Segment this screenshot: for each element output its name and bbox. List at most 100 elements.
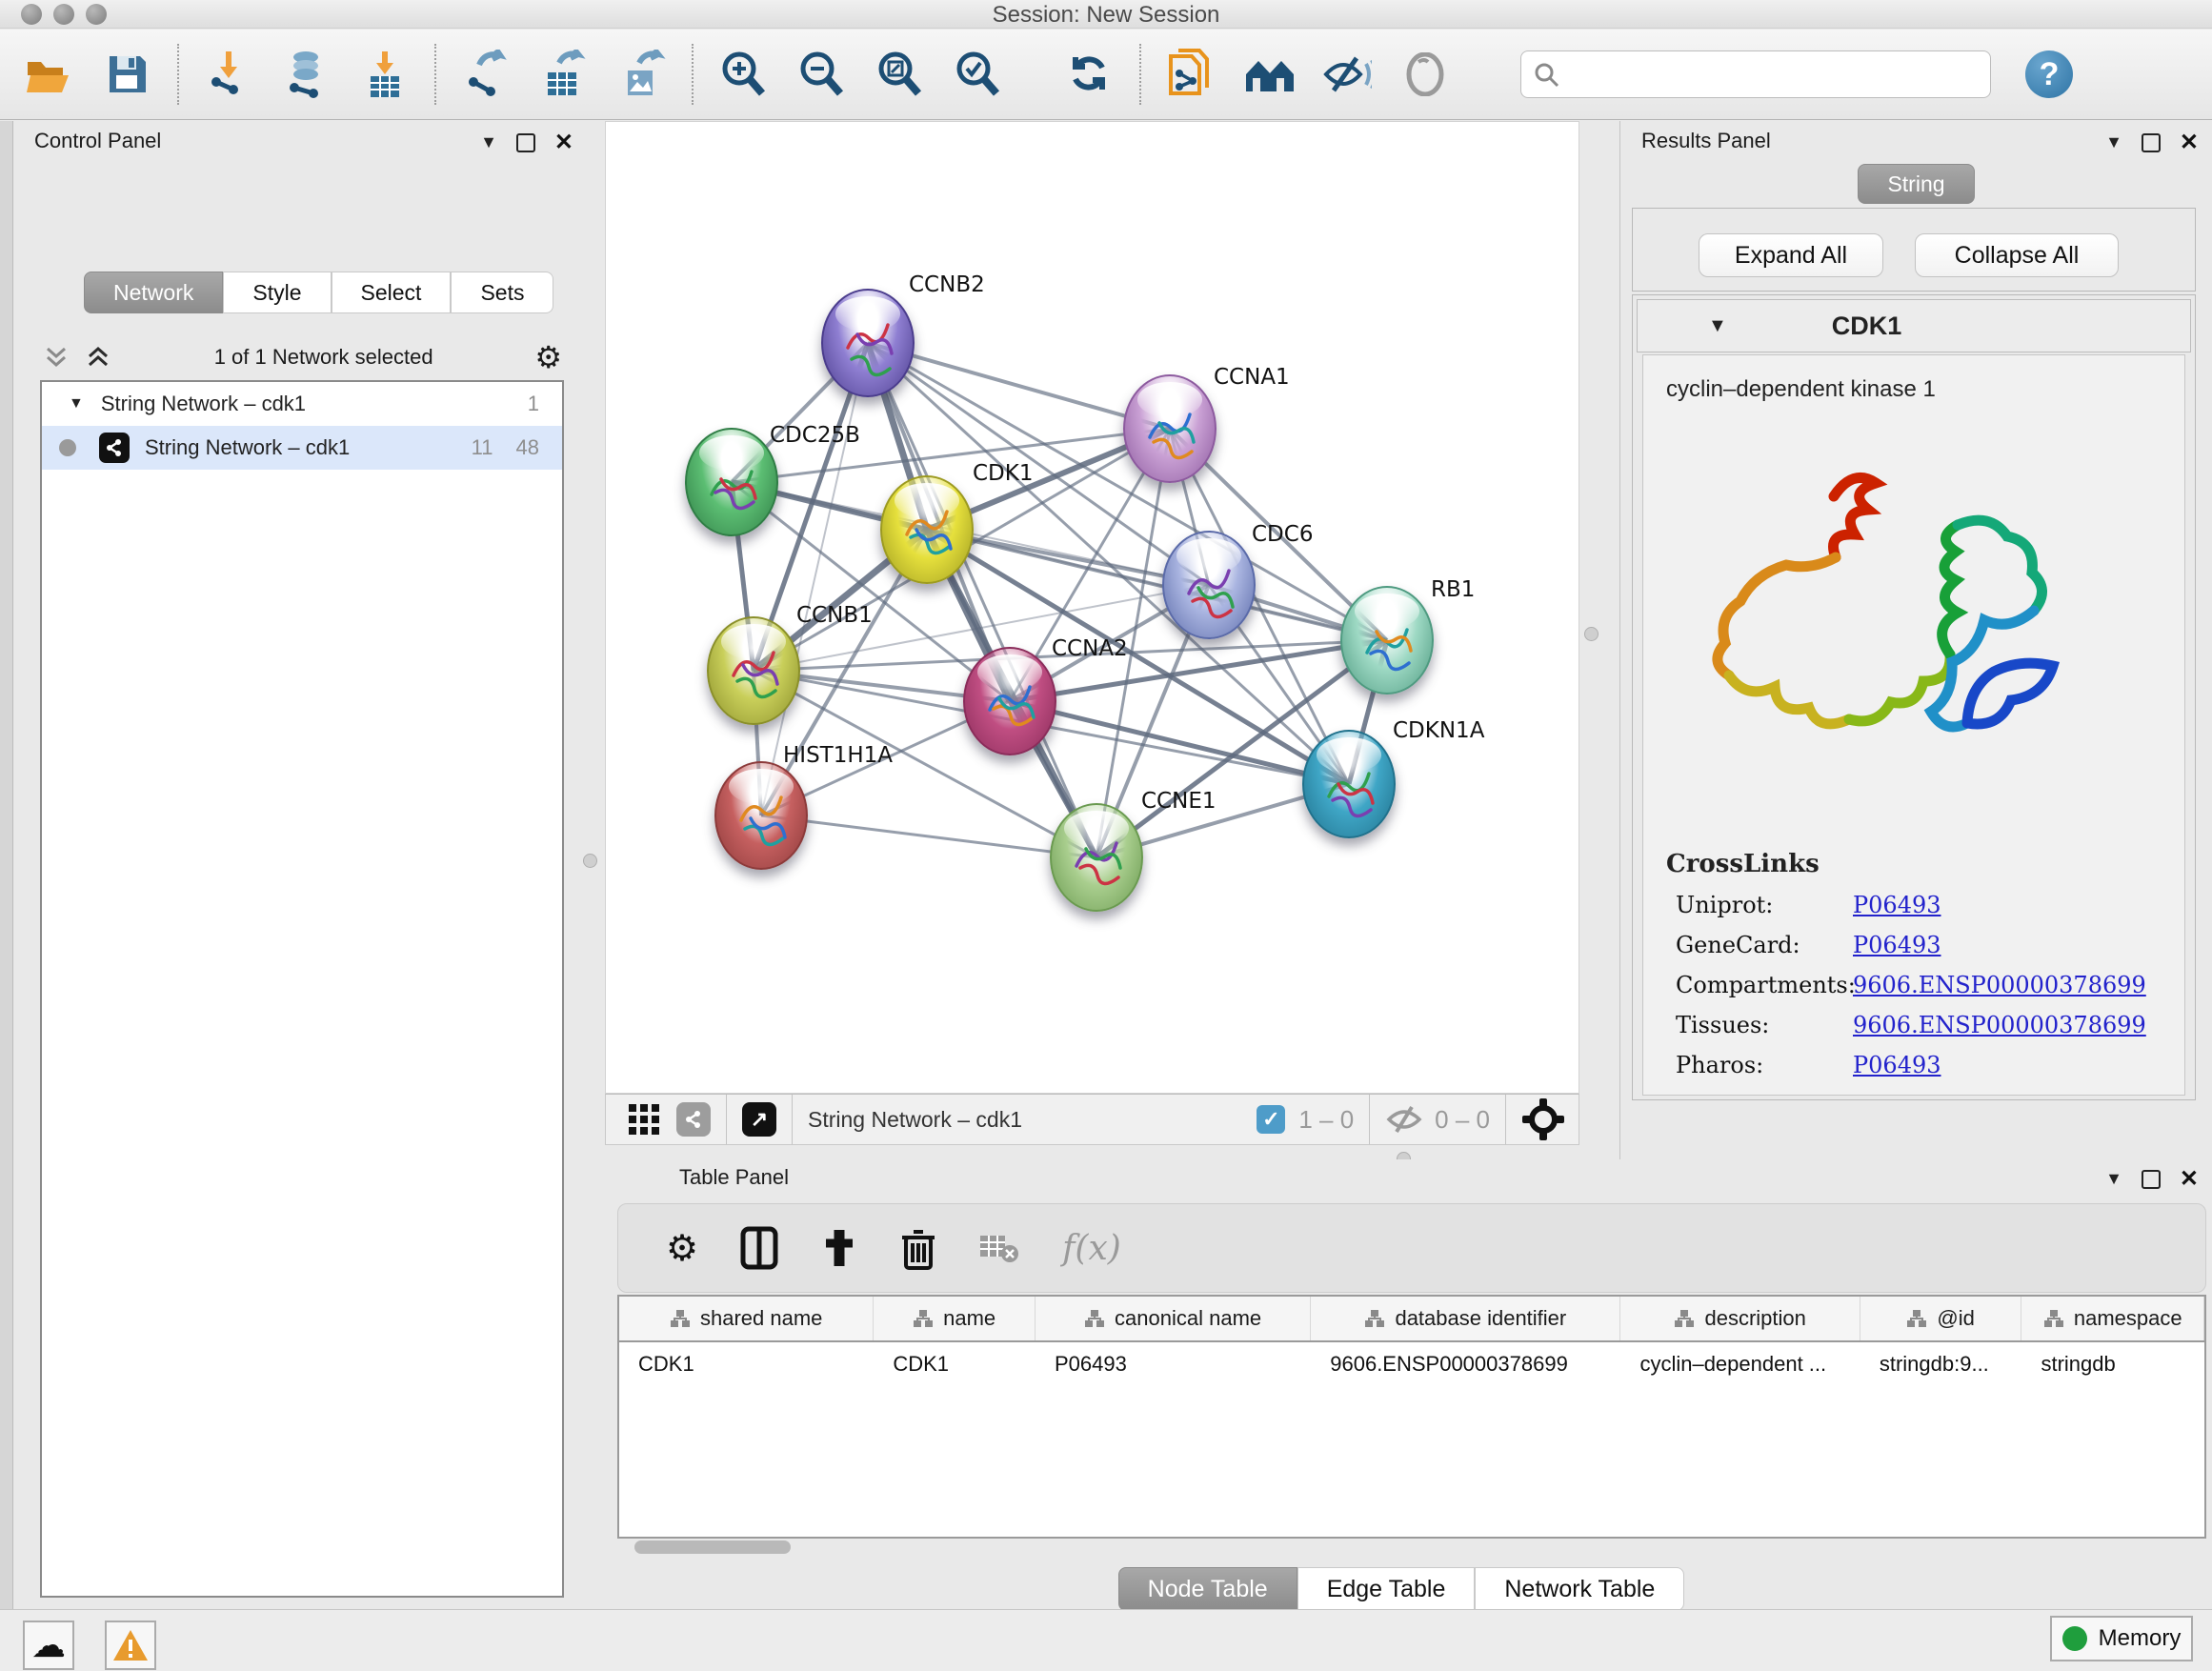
crosslink-link[interactable]: P06493 <box>1853 892 1941 918</box>
column-header-namespace[interactable]: namespace <box>2021 1297 2204 1340</box>
export-image-icon[interactable] <box>617 50 667 99</box>
tab-sets[interactable]: Sets <box>451 272 553 313</box>
graph-node-ccnb1[interactable] <box>707 616 800 725</box>
graph-node-ccnb2[interactable] <box>821 289 915 397</box>
section-collapse-icon[interactable]: ▼ <box>1708 315 1727 337</box>
graph-node-ccna1[interactable] <box>1123 374 1217 483</box>
panel-close-icon[interactable]: ✕ <box>2180 1165 2199 1193</box>
graph-node-cdc6[interactable] <box>1162 531 1256 639</box>
table-body: CDK1CDK1P064939606.ENSP00000378699cyclin… <box>619 1342 2204 1386</box>
hide-eye-icon[interactable] <box>1322 50 1372 99</box>
panel-collapse-icon[interactable]: ▼ <box>2105 1169 2122 1189</box>
graph-node-cdkn1a[interactable] <box>1302 730 1396 838</box>
collapse-all-button[interactable]: Collapse All <box>1915 233 2119 277</box>
import-network-database-icon[interactable] <box>282 50 332 99</box>
zoom-fit-icon[interactable] <box>875 50 924 99</box>
tree-expand-icon[interactable]: ▼ <box>69 395 84 413</box>
node-table[interactable]: shared namenamecanonical namedatabase id… <box>617 1295 2206 1539</box>
share-document-icon[interactable] <box>1166 50 1216 99</box>
import-network-file-icon[interactable] <box>204 50 253 99</box>
graph-node-ccna2[interactable] <box>963 647 1056 755</box>
column-header-description[interactable]: description <box>1620 1297 1860 1340</box>
crosslink-link[interactable]: P06493 <box>1853 932 1941 958</box>
zoom-selected-icon[interactable] <box>953 50 1002 99</box>
column-header-canonical-name[interactable]: canonical name <box>1036 1297 1311 1340</box>
edge-count: 48 <box>516 435 539 460</box>
table-hscrollbar[interactable] <box>617 1539 2206 1556</box>
panel-collapse-icon[interactable]: ▼ <box>480 132 497 152</box>
hidden-eye-icon[interactable] <box>1385 1104 1423 1135</box>
birdseye-icon[interactable] <box>1521 1097 1565 1141</box>
network-row-selected[interactable]: String Network – cdk1 11 48 <box>42 426 562 470</box>
collection-label: String Network – cdk1 <box>101 392 528 416</box>
column-header--id[interactable]: @id <box>1860 1297 2022 1340</box>
panel-close-icon[interactable]: ✕ <box>554 129 573 156</box>
add-column-icon[interactable] <box>820 1226 858 1270</box>
graph-node-hist1h1a[interactable] <box>714 761 808 870</box>
crosslink-label: Tissues: <box>1676 1012 1853 1038</box>
tab-network[interactable]: Network <box>84 272 223 313</box>
string-home-icon[interactable] <box>1244 50 1294 99</box>
function-builder-icon[interactable]: f(x) <box>1062 1229 1121 1268</box>
panel-float-icon[interactable] <box>2142 1170 2161 1189</box>
open-session-icon[interactable] <box>25 50 74 99</box>
search-input[interactable] <box>1567 61 1979 88</box>
string-network-icon <box>99 433 130 463</box>
warnings-button[interactable] <box>105 1621 156 1670</box>
expand-all-icon[interactable] <box>84 343 112 372</box>
table-row[interactable]: CDK1CDK1P064939606.ENSP00000378699cyclin… <box>619 1342 2204 1386</box>
column-header-shared-name[interactable]: shared name <box>619 1297 874 1340</box>
help-icon[interactable]: ? <box>2025 50 2073 98</box>
delete-column-icon[interactable] <box>900 1226 936 1270</box>
gene-section-header[interactable]: ▼ CDK1 <box>1637 299 2191 352</box>
cloud-button[interactable]: ☁ <box>23 1621 74 1670</box>
scrollbar-thumb[interactable] <box>634 1540 791 1554</box>
tab-style[interactable]: Style <box>223 272 331 313</box>
panel-float-icon[interactable] <box>2142 133 2161 152</box>
column-header-name[interactable]: name <box>874 1297 1036 1340</box>
gear-icon[interactable]: ⚙ <box>534 339 562 375</box>
zoom-out-icon[interactable] <box>796 50 846 99</box>
crosslink-link[interactable]: 9606.ENSP00000378699 <box>1853 972 2146 998</box>
tab-select[interactable]: Select <box>332 272 452 313</box>
string-view-icon[interactable] <box>676 1102 711 1137</box>
import-table-icon[interactable] <box>360 50 410 99</box>
expand-all-button[interactable]: Expand All <box>1699 233 1883 277</box>
detach-view-icon[interactable]: ↗ <box>742 1102 776 1137</box>
protein-thumbnail <box>724 639 785 706</box>
columns-icon[interactable] <box>740 1226 778 1270</box>
export-table-icon[interactable] <box>539 50 589 99</box>
column-header-database-identifier[interactable]: database identifier <box>1311 1297 1620 1340</box>
memory-button[interactable]: Memory <box>2050 1616 2193 1661</box>
crosslink-link[interactable]: P06493 <box>1853 1052 1941 1078</box>
save-session-icon[interactable] <box>103 50 152 99</box>
graph-node-ccne1[interactable] <box>1050 803 1143 912</box>
network-canvas[interactable]: CCNB2 CCNA1 CDC25B CDK1 <box>605 121 1579 1094</box>
graph-node-cdk1[interactable] <box>880 475 974 584</box>
show-eye-icon[interactable] <box>1400 50 1450 99</box>
table-gear-icon[interactable]: ⚙ <box>666 1227 698 1270</box>
export-network-icon[interactable] <box>461 50 511 99</box>
tab-string[interactable]: String <box>1858 164 1974 204</box>
network-collection-row[interactable]: ▼ String Network – cdk1 1 <box>42 382 562 426</box>
panel-close-icon[interactable]: ✕ <box>2180 129 2199 156</box>
current-network-dot <box>59 439 76 456</box>
selected-checkbox-icon[interactable]: ✓ <box>1257 1105 1285 1134</box>
graph-node-rb1[interactable] <box>1340 586 1434 695</box>
splitter-handle[interactable] <box>583 854 597 868</box>
panel-float-icon[interactable] <box>516 133 535 152</box>
crosslink-link[interactable]: 9606.ENSP00000378699 <box>1853 1012 2146 1038</box>
delete-table-icon[interactable] <box>978 1232 1020 1264</box>
grid-mode-icon[interactable] <box>627 1102 661 1137</box>
panel-collapse-icon[interactable]: ▼ <box>2105 132 2122 152</box>
collapse-all-icon[interactable] <box>42 343 70 372</box>
tab-node-table[interactable]: Node Table <box>1118 1567 1297 1611</box>
graph-node-cdc25b[interactable] <box>685 428 778 536</box>
tab-edge-table[interactable]: Edge Table <box>1297 1567 1476 1611</box>
control-panel: Control Panel ▼ ✕ NetworkStyleSelectSets… <box>13 121 591 1609</box>
zoom-in-icon[interactable] <box>718 50 768 99</box>
refresh-icon[interactable] <box>1065 50 1115 99</box>
splitter-handle[interactable] <box>1584 627 1599 641</box>
tab-network-table[interactable]: Network Table <box>1475 1567 1684 1611</box>
search-box[interactable] <box>1520 50 1991 98</box>
